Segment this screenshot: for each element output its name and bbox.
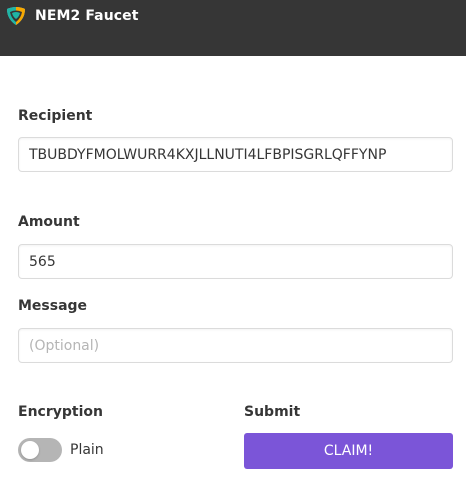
claim-button[interactable]: CLAIM! — [244, 433, 453, 469]
encryption-toggle-text: Plain — [70, 442, 104, 458]
encryption-toggle[interactable] — [18, 438, 62, 462]
encryption-label: Encryption — [18, 404, 103, 420]
recipient-label: Recipient — [18, 108, 93, 124]
app-title: NEM2 Faucet — [35, 8, 139, 24]
navbar: NEM2 Faucet — [0, 0, 466, 56]
brand[interactable]: NEM2 Faucet — [6, 5, 139, 27]
amount-input[interactable] — [18, 244, 453, 279]
message-input[interactable] — [18, 328, 453, 363]
toggle-knob — [21, 441, 39, 459]
amount-label: Amount — [18, 214, 80, 230]
recipient-input[interactable] — [18, 137, 453, 172]
nem-logo-icon — [7, 7, 25, 25]
message-label: Message — [18, 298, 88, 314]
submit-label: Submit — [244, 404, 301, 420]
